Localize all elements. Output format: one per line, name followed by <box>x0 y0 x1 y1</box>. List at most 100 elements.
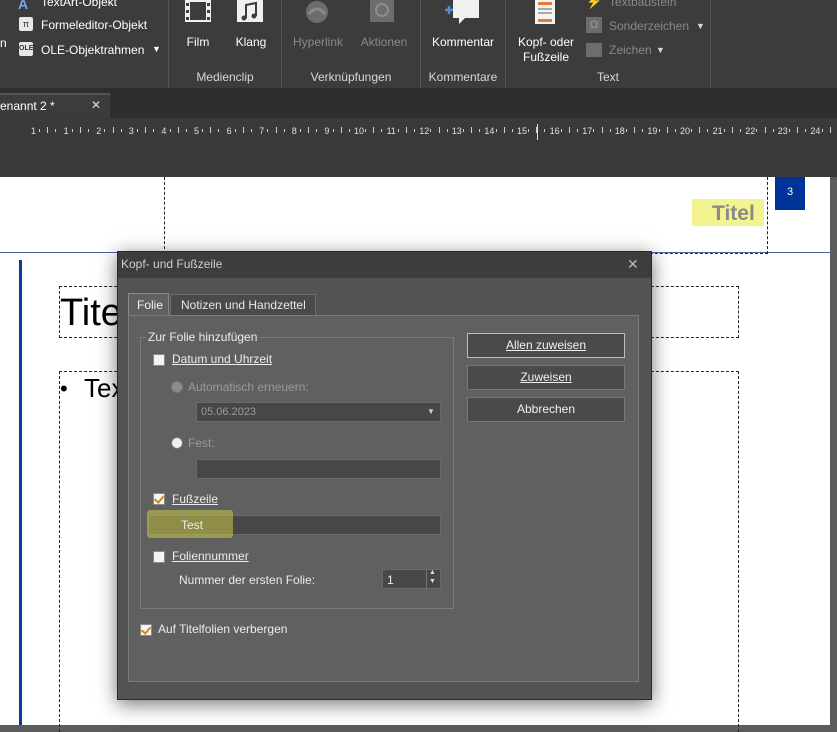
ruler-tick <box>625 129 627 132</box>
ruler-tick <box>691 129 693 132</box>
chevron-down-icon[interactable]: ▼ <box>656 45 665 55</box>
ole-icon: OLE <box>19 42 33 56</box>
header-footer-button[interactable]: Kopf- oder Fußzeile <box>512 35 580 65</box>
comment-icon <box>445 0 479 24</box>
ruler-number: 23 <box>777 126 788 136</box>
auto-update-radio[interactable] <box>171 381 183 393</box>
fixed-radio[interactable] <box>171 437 183 449</box>
ruler-tick <box>47 127 49 133</box>
formula-editor-button[interactable]: Formeleditor-Objekt <box>41 18 147 32</box>
ruler-tick <box>593 129 595 132</box>
dialog-titlebar[interactable]: Kopf- und Fußzeile ✕ <box>118 252 651 278</box>
ruler-tick <box>764 127 766 133</box>
chevron-down-icon[interactable]: ▼ <box>152 44 161 54</box>
ruler-tick <box>560 129 562 132</box>
actions-button[interactable]: Aktionen <box>355 35 413 49</box>
slide-left-border <box>19 260 22 725</box>
slide-number-label[interactable]: Foliennummer <box>172 549 249 563</box>
ruler-number: 2 <box>96 126 102 136</box>
ruler-number: 6 <box>226 126 232 136</box>
hide-on-title-checkbox[interactable] <box>140 624 152 636</box>
cancel-button[interactable]: Abbrechen <box>467 397 625 422</box>
ruler-number: 20 <box>680 126 691 136</box>
date-format-select[interactable]: 05.06.2023 ▼ <box>196 402 441 422</box>
chevron-down-icon: ▼ <box>427 407 435 416</box>
close-icon[interactable]: ✕ <box>91 98 101 112</box>
ruler-tick <box>642 129 644 132</box>
ruler-tick <box>788 129 790 132</box>
document-tab-label: enannt 2 * <box>0 99 55 113</box>
ruler-tick <box>740 129 742 132</box>
stepper-buttons[interactable]: ▲ ▼ <box>426 569 441 588</box>
ruler-background <box>0 144 837 177</box>
ruler-tick <box>829 127 831 133</box>
slide-number-checkbox[interactable] <box>153 551 165 563</box>
ruler-tick <box>308 127 310 133</box>
close-icon[interactable]: ✕ <box>627 256 639 273</box>
sound-button[interactable]: Klang <box>232 35 270 49</box>
ribbon-separator <box>168 0 169 88</box>
ruler-number: 22 <box>745 126 756 136</box>
first-slide-number-stepper[interactable]: 1 ▲ ▼ <box>382 569 441 589</box>
ruler-tick <box>88 129 90 132</box>
special-chars-icon: Ω <box>586 17 602 33</box>
ruler-tick <box>365 129 367 132</box>
ruler-tick <box>79 127 81 133</box>
fixed-date-input[interactable] <box>196 459 441 479</box>
comment-button[interactable]: Kommentar <box>428 35 498 49</box>
hyperlink-button[interactable]: Hyperlink <box>289 35 347 49</box>
fixed-label[interactable]: Fest: <box>188 436 215 450</box>
media-group-label: Medienclip <box>196 70 254 84</box>
textart-object-button[interactable]: TextArt-Objekt <box>41 0 117 9</box>
chars-button[interactable]: Zeichen <box>609 43 652 57</box>
ruler-tick <box>446 129 448 132</box>
ruler-number: 19 <box>647 126 658 136</box>
ruler-tick <box>674 129 676 132</box>
ruler-tick <box>242 127 244 133</box>
ruler-number: 13 <box>451 126 462 136</box>
ruler-cursor-marker <box>537 124 538 140</box>
stepper-up-icon[interactable]: ▲ <box>429 569 436 576</box>
special-chars-button[interactable]: Sonderzeichen <box>609 19 689 33</box>
chevron-down-icon[interactable]: ▼ <box>696 21 705 31</box>
ruler-number: 5 <box>194 126 200 136</box>
ribbon-separator <box>710 0 711 88</box>
ruler-tick <box>55 129 57 132</box>
hide-on-title-label[interactable]: Auf Titelfolien verbergen <box>158 622 287 636</box>
music-note-icon <box>237 0 263 22</box>
first-slide-number-label: Nummer der ersten Folie: <box>179 573 316 587</box>
comments-group-label: Kommentare <box>428 70 498 84</box>
ruler-tick <box>177 127 179 133</box>
ruler-tick <box>609 129 611 132</box>
ruler-tick <box>462 129 464 132</box>
ruler-number: 24 <box>810 126 821 136</box>
date-time-label[interactable]: Datum und Uhrzeit <box>172 352 272 366</box>
ruler-number: 12 <box>419 126 430 136</box>
date-time-checkbox[interactable] <box>153 354 165 366</box>
ruler-number: 9 <box>324 126 330 136</box>
auto-update-label[interactable]: Automatisch erneuern: <box>188 380 309 394</box>
stepper-down-icon[interactable]: ▼ <box>429 578 436 585</box>
tab-notes-handouts[interactable]: Notizen und Handzettel <box>170 294 316 316</box>
textbaustein-button[interactable]: Textbaustein <box>609 0 676 9</box>
footer-checkbox[interactable] <box>153 493 165 505</box>
ruler-tick <box>283 129 285 132</box>
ruler-tick <box>479 129 481 132</box>
ruler-tick <box>218 129 220 132</box>
textbaustein-icon: ⚡ <box>586 0 603 9</box>
ruler-tick <box>39 129 41 132</box>
dialog-title: Kopf- und Fußzeile <box>121 257 223 271</box>
tab-notes-handouts-label: Notizen und Handzettel <box>181 298 306 312</box>
apply-button[interactable]: Zuweisen <box>467 365 625 390</box>
apply-all-button[interactable]: Allen zuweisen <box>467 333 625 358</box>
document-tab[interactable]: enannt 2 * ✕ <box>0 93 110 120</box>
ruler-tick <box>405 127 407 133</box>
ruler-number: 3 <box>128 126 134 136</box>
footer-label[interactable]: Fußzeile <box>172 492 218 506</box>
film-button[interactable]: Film <box>182 35 214 49</box>
ole-frame-button[interactable]: OLE-Objektrahmen <box>41 43 144 57</box>
ruler-tick <box>658 129 660 132</box>
tab-folie[interactable]: Folie <box>128 293 169 316</box>
bullet-icon: • <box>60 376 68 401</box>
header-placeholder[interactable] <box>164 177 768 254</box>
